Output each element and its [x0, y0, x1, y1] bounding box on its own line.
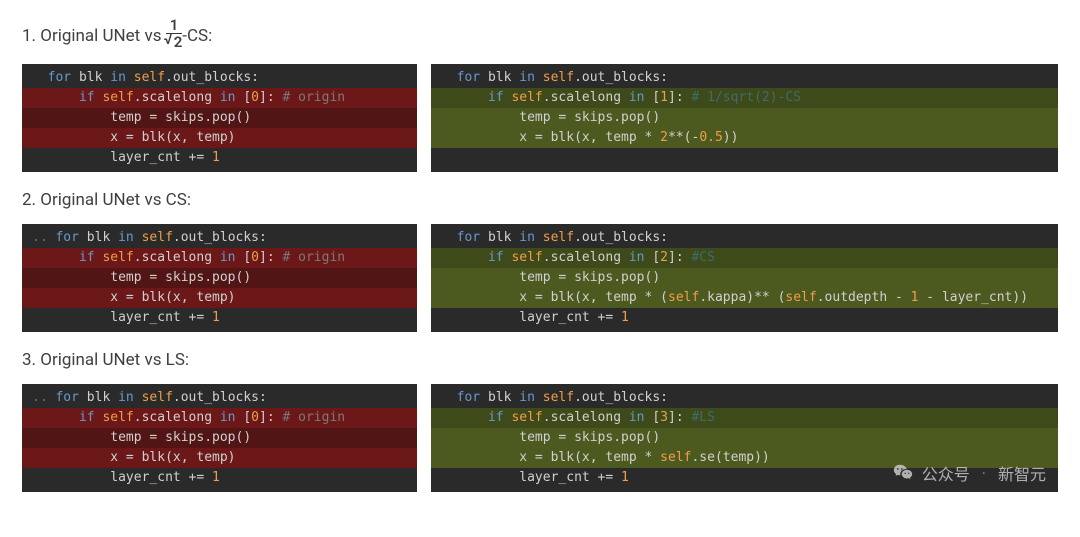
code-line: temp = skips.pop()	[22, 108, 417, 128]
code-line: if self.scalelong in [0]: # origin	[22, 248, 417, 268]
diff-row-3: .. for blk in self.out_blocks: if self.s…	[22, 384, 1058, 492]
code-block-right: for blk in self.out_blocks: if self.scal…	[431, 64, 1058, 172]
code-line: x = blk(x, temp * (self.kappa)** (self.o…	[431, 288, 1058, 308]
section-title-2: 2. Original UNet vs CS:	[22, 190, 1058, 210]
section-title-1: 1. Original UNet vs 12-CS:	[22, 18, 1058, 50]
code-block-left: .. for blk in self.out_blocks: if self.s…	[22, 384, 417, 492]
diff-row-2: .. for blk in self.out_blocks: if self.s…	[22, 224, 1058, 332]
code-line: if self.scalelong in [2]: #CS	[431, 248, 1058, 268]
code-line: for blk in self.out_blocks:	[22, 68, 417, 88]
code-line: x = blk(x, temp)	[22, 128, 417, 148]
code-block-left: .. for blk in self.out_blocks: if self.s…	[22, 224, 417, 332]
code-line: if self.scalelong in [0]: # origin	[22, 88, 417, 108]
code-line: layer_cnt += 1	[22, 148, 417, 168]
code-line: temp = skips.pop()	[22, 268, 417, 288]
code-line: temp = skips.pop()	[431, 428, 1058, 448]
fraction: 12	[166, 18, 183, 50]
code-block-right: for blk in self.out_blocks: if self.scal…	[431, 224, 1058, 332]
code-block-right: for blk in self.out_blocks: if self.scal…	[431, 384, 1058, 492]
code-line: x = blk(x, temp * 2**(-0.5))	[431, 128, 1058, 148]
diff-row-1: for blk in self.out_blocks: if self.scal…	[22, 64, 1058, 172]
code-line: x = blk(x, temp)	[22, 448, 417, 468]
code-line: temp = skips.pop()	[431, 268, 1058, 288]
code-line: x = blk(x, temp)	[22, 288, 417, 308]
section-title-3: 3. Original UNet vs LS:	[22, 350, 1058, 370]
code-line: .. for blk in self.out_blocks:	[22, 228, 417, 248]
code-block-left: for blk in self.out_blocks: if self.scal…	[22, 64, 417, 172]
code-line: layer_cnt += 1	[22, 468, 417, 488]
code-line: .. for blk in self.out_blocks:	[22, 388, 417, 408]
code-line: layer_cnt += 1	[22, 308, 417, 328]
code-line: for blk in self.out_blocks:	[431, 228, 1058, 248]
code-line: temp = skips.pop()	[431, 108, 1058, 128]
code-line: if self.scalelong in [1]: # 1/sqrt(2)-CS	[431, 88, 1058, 108]
code-line: if self.scalelong in [0]: # origin	[22, 408, 417, 428]
code-line: for blk in self.out_blocks:	[431, 388, 1058, 408]
code-line: temp = skips.pop()	[22, 428, 417, 448]
code-line: layer_cnt += 1	[431, 468, 1058, 488]
code-line: layer_cnt += 1	[431, 308, 1058, 328]
code-line: for blk in self.out_blocks:	[431, 68, 1058, 88]
code-line: if self.scalelong in [3]: #LS	[431, 408, 1058, 428]
code-line: x = blk(x, temp * self.se(temp))	[431, 448, 1058, 468]
